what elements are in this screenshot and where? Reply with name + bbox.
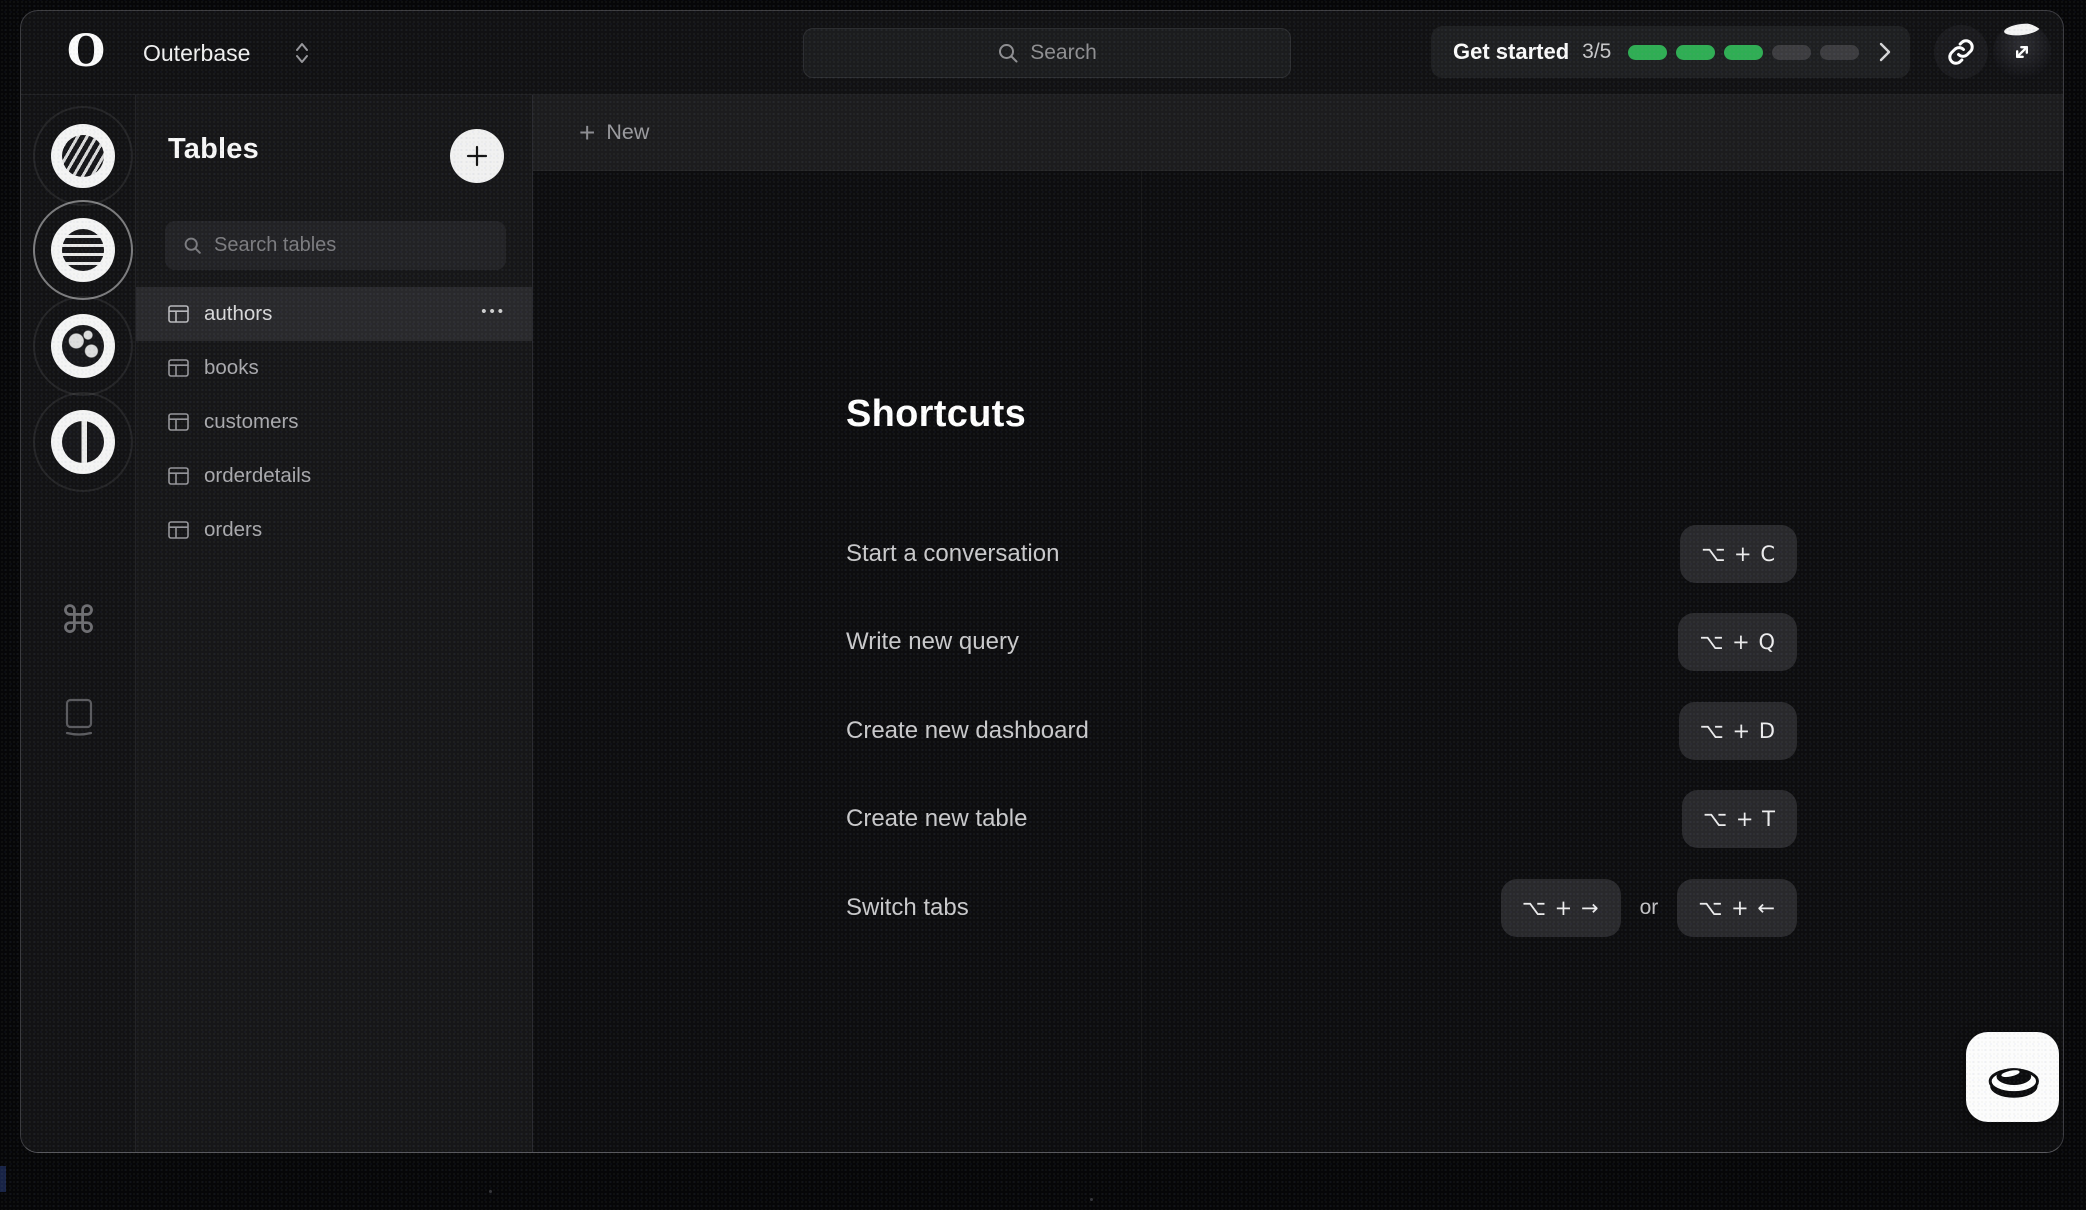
or-separator: or	[1640, 896, 1659, 920]
search-icon	[183, 236, 202, 255]
row-menu-icon[interactable]: •••	[481, 287, 506, 341]
docs-book-icon[interactable]	[21, 695, 136, 739]
workspace-rail: ⌘ ⚙	[21, 95, 136, 1152]
shortcut-row: Start a conversation ⌥ + C	[846, 525, 1797, 583]
table-list: authors ••• books customers orderdetails…	[136, 287, 532, 557]
assistant-launcher-button[interactable]	[1966, 1032, 2059, 1122]
kbd-badge: ⌥ + →	[1501, 879, 1621, 937]
search-placeholder: Search	[1030, 41, 1097, 65]
sidebar-title: Tables	[168, 133, 259, 166]
search-icon	[997, 42, 1019, 64]
get-started-label: Get started	[1453, 39, 1569, 65]
global-search-input[interactable]: Search	[803, 28, 1291, 78]
background-speck	[1090, 1198, 1093, 1201]
progress-pill	[1772, 45, 1811, 60]
tab-strip: + New	[533, 95, 2063, 171]
shortcut-label: Switch tabs	[846, 894, 969, 922]
kbd-badge: ⌥ + ←	[1677, 879, 1797, 937]
kbd-badge: ⌥ + Q	[1678, 613, 1797, 671]
shortcut-row: Create new dashboard ⌥ + D	[846, 702, 1797, 760]
tables-sidebar: Tables Search tables authors •••	[136, 95, 533, 1152]
shortcut-row: Create new table ⌥ + T	[846, 790, 1797, 848]
shortcut-label: Start a conversation	[846, 540, 1059, 568]
page-title: Shortcuts	[846, 393, 1026, 436]
workspace-switcher-chevron-icon[interactable]	[293, 40, 311, 66]
progress-pill	[1628, 45, 1667, 60]
shortcut-label: Create new dashboard	[846, 717, 1089, 745]
table-name: customers	[204, 410, 299, 434]
table-icon	[168, 467, 189, 485]
expand-icon	[2002, 32, 2042, 72]
kbd-badge: ⌥ + D	[1679, 702, 1797, 760]
base-icon-database	[51, 218, 115, 282]
avatar-expand-button[interactable]	[1993, 23, 2051, 81]
background-artifact	[0, 1166, 6, 1192]
table-name: orderdetails	[204, 464, 311, 488]
kbd-badge: ⌥ + T	[1682, 790, 1797, 848]
shortcut-row: Switch tabs ⌥ + → or ⌥ + ←	[846, 879, 1797, 937]
table-icon	[168, 413, 189, 431]
add-table-button[interactable]	[450, 129, 504, 183]
plus-icon: +	[579, 119, 595, 147]
table-name: books	[204, 356, 259, 380]
top-bar: O Outerbase Search Get started 3/5	[21, 11, 2063, 95]
outerbase-logo-icon[interactable]: O	[63, 27, 109, 77]
chevron-right-icon[interactable]	[1878, 40, 1892, 64]
search-tables-placeholder: Search tables	[214, 234, 336, 257]
share-link-button[interactable]	[1934, 25, 1988, 79]
base-icon-diagonal	[51, 124, 115, 188]
get-started-progress: 3/5	[1582, 40, 1611, 64]
workspace-avatar-4[interactable]	[33, 392, 133, 492]
table-name: orders	[204, 518, 262, 542]
shortcut-label: Write new query	[846, 628, 1019, 656]
link-icon	[1946, 37, 1976, 67]
table-row-authors[interactable]: authors •••	[136, 287, 532, 341]
background-speck	[489, 1190, 492, 1193]
table-row-customers[interactable]: customers	[136, 395, 532, 449]
workspace-name[interactable]: Outerbase	[143, 11, 250, 95]
kbd-badge: ⌥ + C	[1680, 525, 1797, 583]
base-icon-globe	[51, 314, 115, 378]
search-tables-input[interactable]: Search tables	[165, 221, 506, 270]
shortcut-label: Create new table	[846, 805, 1027, 833]
workspace-avatar-2-selected[interactable]	[33, 200, 133, 300]
workspace-avatar-3[interactable]	[33, 296, 133, 396]
table-icon	[168, 359, 189, 377]
workspace-avatar-1[interactable]	[33, 106, 133, 206]
table-row-orders[interactable]: orders	[136, 503, 532, 557]
main-area: + New Shortcuts Start a conversation ⌥ +…	[533, 95, 2063, 1152]
table-icon	[168, 521, 189, 539]
progress-pill	[1676, 45, 1715, 60]
command-menu-icon[interactable]: ⌘	[21, 598, 136, 642]
table-row-orderdetails[interactable]: orderdetails	[136, 449, 532, 503]
base-icon-split	[51, 410, 115, 474]
shortcut-row: Write new query ⌥ + Q	[846, 613, 1797, 671]
get-started-widget[interactable]: Get started 3/5	[1431, 26, 1910, 78]
new-tab-button[interactable]: + New	[579, 119, 649, 147]
progress-pill	[1724, 45, 1763, 60]
progress-pill	[1820, 45, 1859, 60]
app-window: O Outerbase Search Get started 3/5	[20, 10, 2064, 1153]
get-started-progress-pills	[1628, 45, 1859, 60]
table-name: authors	[204, 302, 272, 326]
table-icon	[168, 305, 189, 323]
push-button-icon	[1974, 1039, 2052, 1115]
new-tab-label: New	[606, 120, 649, 145]
table-row-books[interactable]: books	[136, 341, 532, 395]
